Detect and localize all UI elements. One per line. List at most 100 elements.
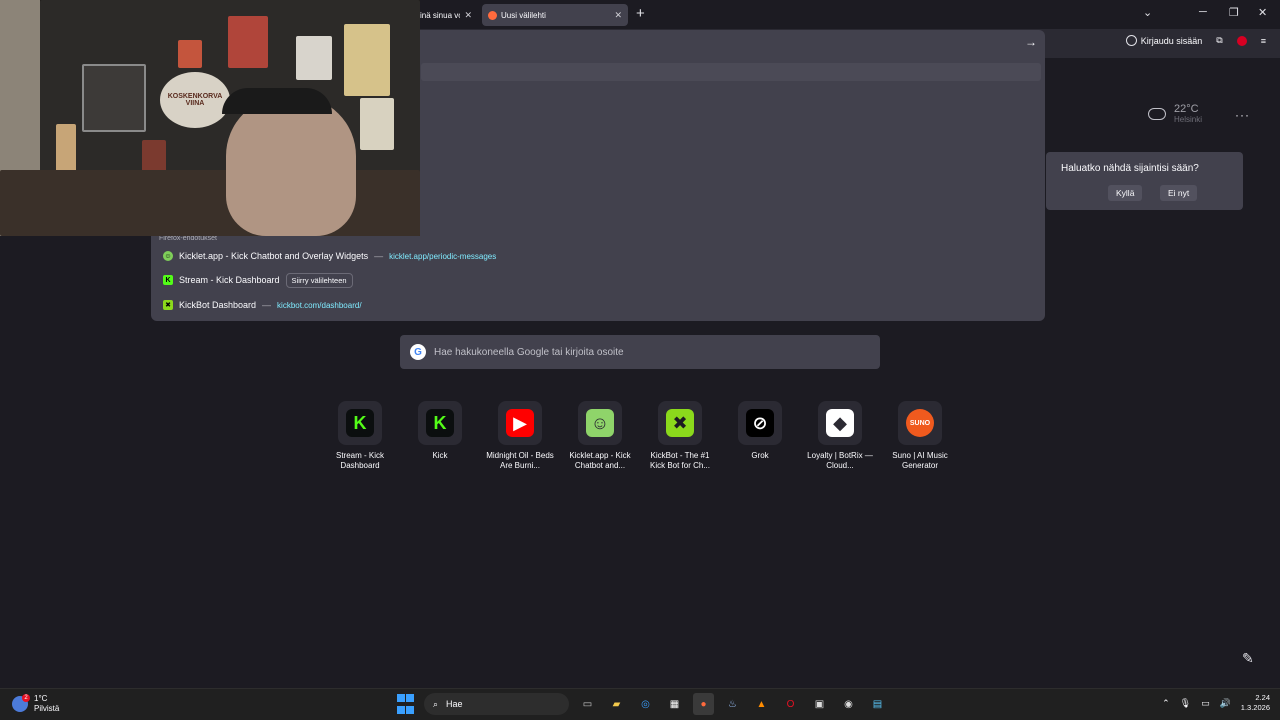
google-icon: G [410,344,426,360]
suggestion-title: Stream - Kick Dashboard [179,275,280,285]
suggestion-row[interactable]: K Stream - Kick Dashboard Siirry välileh… [163,271,353,289]
taskbar-search-label: Hae [446,699,463,709]
not-now-button[interactable]: Ei nyt [1160,185,1198,201]
weather-location-popup: Haluatko nähdä sijaintisi sään? Kyllä Ei… [1046,152,1243,210]
webcam-overlay: KOSKENKORVA VIINA [0,0,420,236]
shortcut-icon-tile: ⊘ [738,401,782,445]
obs-icon[interactable]: ◉ [838,693,859,715]
yes-button[interactable]: Kyllä [1108,185,1143,201]
notification-badge: 2 [22,694,30,702]
chevron-up-icon[interactable]: ⌃ [1162,698,1170,709]
webcam-poster [296,36,332,80]
terminal-icon[interactable]: ▣ [809,693,830,715]
shortcut-logo-icon: K [346,409,374,437]
shortcut-icon-tile: ◆ [818,401,862,445]
shortcut-logo-icon: ☺ [586,409,614,437]
signin-label: Kirjaudu sisään [1140,35,1203,46]
shortcut-tile[interactable]: ⊘ Grok [720,401,800,471]
shortcut-tile[interactable]: SUNO Suno | AI Music Generator [880,401,960,471]
firefox-icon [488,10,497,20]
shortcut-tile[interactable]: ☺ Kicklet.app - Kick Chatbot and... [560,401,640,471]
shortcut-icon-tile: K [418,401,462,445]
shortcut-tile[interactable]: ▶ Midnight Oil - Beds Are Burni... [480,401,560,471]
webcam-poster [228,16,268,68]
opera-extension-icon[interactable] [1236,35,1247,46]
volume-icon[interactable]: 🔊 [1220,698,1231,709]
pencil-icon[interactable]: ✎ [1242,650,1254,667]
shortcut-tile[interactable]: K Stream - Kick Dashboard [320,401,400,471]
close-tab-icon[interactable]: ✕ [614,10,622,21]
shortcut-icon-tile: ▶ [498,401,542,445]
weather-menu-icon[interactable]: ··· [1235,108,1250,122]
network-icon[interactable]: ▭ [1201,698,1210,709]
shortcut-logo-icon: K [426,409,454,437]
minimize-icon[interactable]: ─ [1199,6,1207,18]
microphone-icon[interactable]: 🎙 [1180,698,1191,709]
suggestion-row[interactable]: ✖ KickBot Dashboard — kickbot.com/dashbo… [163,296,362,314]
tab-list-chevron-icon[interactable]: ⌄ [1143,6,1152,19]
restore-icon[interactable]: ❐ [1229,6,1239,19]
webcam-poster [360,98,394,150]
notepad-icon[interactable]: ▤ [867,693,888,715]
switch-to-tab-button[interactable]: Siirry välilehteen [285,272,353,288]
shortcut-tile[interactable]: K Kick [400,401,480,471]
close-tab-icon[interactable]: ✕ [464,10,472,21]
shortcut-logo-icon: ◆ [826,409,854,437]
webcam-sofa [0,170,420,236]
edge-icon[interactable]: ◎ [635,693,656,715]
webcam-sign-text: KOSKENKORVA [167,93,223,100]
suggestion-url: kickbot.com/dashboard/ [277,300,362,310]
taskbar-weather[interactable]: 2 1°C Pilvistä [12,694,59,714]
headphones [222,88,332,114]
shortcut-logo-icon: ▶ [506,409,534,437]
go-arrow-icon[interactable]: → [1025,35,1037,49]
webcam-sign-text: VIINA [185,100,205,107]
windows-start-icon[interactable] [395,693,416,715]
weather-widget[interactable]: 22°C Helsinki [1148,103,1202,124]
taskbar-search[interactable]: ⌕ Hae [424,693,569,715]
shortcut-label: Loyalty | BotRix — Cloud... [807,451,873,470]
suggestion-row[interactable]: ☺ Kicklet.app - Kick Chatbot and Overlay… [163,247,496,265]
suggestions-header: Firefox-ehdotukset [159,235,217,242]
shortcut-tile[interactable]: ✖ KickBot - The #1 Kick Bot for Ch... [640,401,720,471]
tab-previous-title: inä sinua vo [420,10,461,20]
vlc-icon[interactable]: ▲ [751,693,772,715]
extensions-icon[interactable]: ⧉ [1216,35,1222,46]
opera-icon[interactable]: O [780,693,801,715]
account-icon [1125,35,1137,46]
partly-cloudy-icon [1148,107,1166,120]
tab-active-title: Uusi välilehti [501,10,546,20]
webcam-poster [344,24,390,96]
search-box[interactable]: G [400,335,880,369]
suggestion-separator: — [262,300,272,310]
task-view-icon[interactable]: ▭ [577,693,598,715]
steam-icon[interactable]: ♨ [722,693,743,715]
top-sites: K Stream - Kick Dashboard K Kick ▶ Midnight O… [320,401,960,471]
url-suggestion-highlight[interactable] [421,63,1041,81]
shortcut-icon-tile: SUNO [898,401,942,445]
shortcut-label: Grok [751,451,769,460]
store-icon[interactable]: ▦ [664,693,685,715]
suggestion-url: kicklet.app/periodic-messages [389,251,497,261]
kicklet-icon: ☺ [163,251,173,261]
webcam-sign: KOSKENKORVA VIINA [160,72,230,128]
search-input[interactable] [434,346,880,358]
suggestion-title: Kicklet.app - Kick Chatbot and Overlay W… [179,251,369,261]
file-explorer-icon[interactable]: ▰ [606,693,627,715]
clock[interactable]: 2.24 1.3.2026 [1241,693,1270,713]
shortcut-label: Kicklet.app - Kick Chatbot and... [569,451,631,470]
popup-question: Haluatko nähdä sijaintisi sään? [1061,163,1199,174]
suggestion-title: KickBot Dashboard [179,300,257,310]
shortcut-tile[interactable]: ◆ Loyalty | BotRix — Cloud... [800,401,880,471]
webcam-person [226,96,356,236]
system-tray: ⌃ 🎙 ▭ 🔊 2.24 1.3.2026 [1162,693,1270,713]
signin-button[interactable]: Kirjaudu sisään [1125,35,1203,46]
webcam-poster [142,140,166,174]
hamburger-menu-icon[interactable]: ≡ [1261,36,1266,46]
firefox-icon[interactable]: ● [693,693,714,715]
shortcut-icon-tile: ✖ [658,401,702,445]
tab-previous[interactable]: inä sinua vo ✕ [414,4,478,26]
close-window-icon[interactable]: ✕ [1258,6,1267,19]
plus-icon[interactable]: + [636,6,645,22]
tab-active[interactable]: Uusi välilehti ✕ [482,4,628,26]
